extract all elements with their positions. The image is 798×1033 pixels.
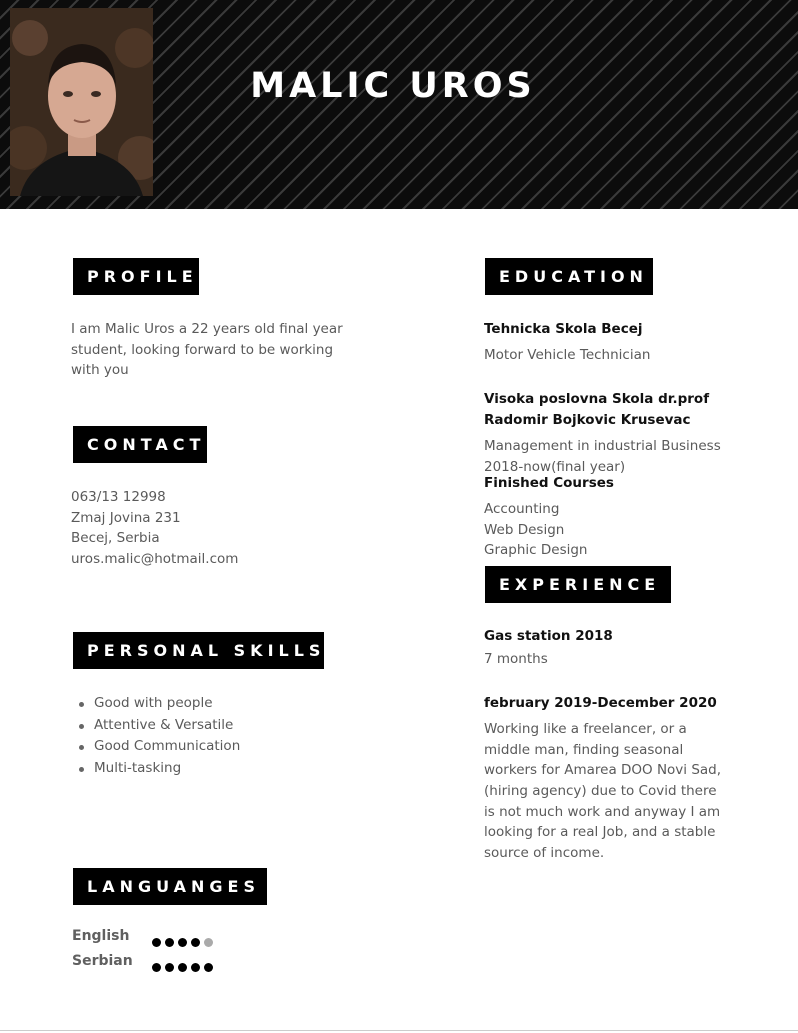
job-description-line: workers for Amarea DOO Novi Sad, — [484, 762, 722, 778]
person-name: MALIC UROS — [250, 66, 536, 106]
school-detail: Management in industrial Business — [484, 438, 721, 454]
job-description-line: middle man, finding seasonal — [484, 742, 684, 758]
contact-email[interactable]: uros.malic@hotmail.com — [71, 549, 238, 570]
school-name: Visoka poslovna Skola dr.prof — [484, 391, 710, 407]
job-title: february 2019-December 2020 — [484, 695, 717, 711]
skills-list: Good with people Attentive & Versatile G… — [76, 693, 240, 779]
level-dot-filled — [204, 963, 213, 972]
profile-heading: PROFILE — [73, 258, 199, 295]
contact-heading: CONTACT — [73, 426, 207, 463]
bullet-icon — [79, 745, 84, 750]
job-description-line: Working like a freelancer, or a — [484, 721, 687, 737]
profile-line: with you — [71, 362, 129, 378]
job-description-line: is not much work and anyway I am — [484, 804, 721, 820]
profile-line: student, looking forward to be working — [71, 342, 334, 358]
level-dot-filled — [191, 938, 200, 947]
page-bottom-divider — [0, 1030, 798, 1031]
experience-heading: EXPERIENCE — [485, 566, 671, 603]
level-dot-filled — [165, 963, 174, 972]
profile-line: I am Malic Uros a 22 years old final yea… — [71, 321, 343, 337]
level-dot-filled — [178, 938, 187, 947]
header-banner: MALIC UROS — [0, 0, 798, 209]
job-description-line: source of income. — [484, 845, 605, 861]
courses-title: Finished Courses — [484, 475, 614, 491]
school-name: Radomir Bojkovic Krusevac — [484, 412, 691, 428]
skill-item: Good with people — [76, 693, 240, 715]
profile-photo — [10, 8, 153, 196]
level-dot-filled — [152, 938, 161, 947]
course-item: Web Design — [484, 522, 565, 538]
bullet-icon — [79, 766, 84, 772]
level-dot-filled — [178, 963, 187, 972]
course-item: Accounting — [484, 501, 560, 517]
language-name: Serbian — [72, 953, 133, 969]
job-description-line: looking for a real Job, and a stable — [484, 824, 716, 840]
education-heading: EDUCATION — [485, 258, 653, 295]
languages-heading: LANGUANGES — [73, 868, 267, 905]
job-title: Gas station 2018 — [484, 628, 613, 644]
level-dot-empty — [204, 938, 213, 947]
school-name: Tehnicka Skola Becej — [484, 321, 643, 337]
level-dot-filled — [165, 938, 174, 947]
language-name: English — [72, 928, 130, 944]
language-level-dots — [152, 957, 217, 972]
contact-phone: 063/13 12998 — [71, 489, 166, 505]
language-level-dots — [152, 932, 217, 947]
course-item: Graphic Design — [484, 542, 588, 558]
level-dot-filled — [191, 963, 200, 972]
personal-skills-heading: PERSONAL SKILLS — [73, 632, 324, 669]
level-dot-filled — [152, 963, 161, 972]
skill-item: Multi-tasking — [76, 758, 240, 780]
contact-address: Zmaj Jovina 231 — [71, 510, 181, 526]
bullet-icon — [79, 702, 84, 707]
skill-item: Attentive & Versatile — [76, 715, 240, 737]
job-duration: 7 months — [484, 651, 548, 667]
bullet-icon — [79, 723, 84, 729]
contact-city: Becej, Serbia — [71, 530, 160, 546]
job-description-line: (hiring agency) due to Covid there — [484, 783, 717, 799]
school-detail: Motor Vehicle Technician — [484, 347, 651, 363]
skill-item: Good Communication — [76, 736, 240, 758]
